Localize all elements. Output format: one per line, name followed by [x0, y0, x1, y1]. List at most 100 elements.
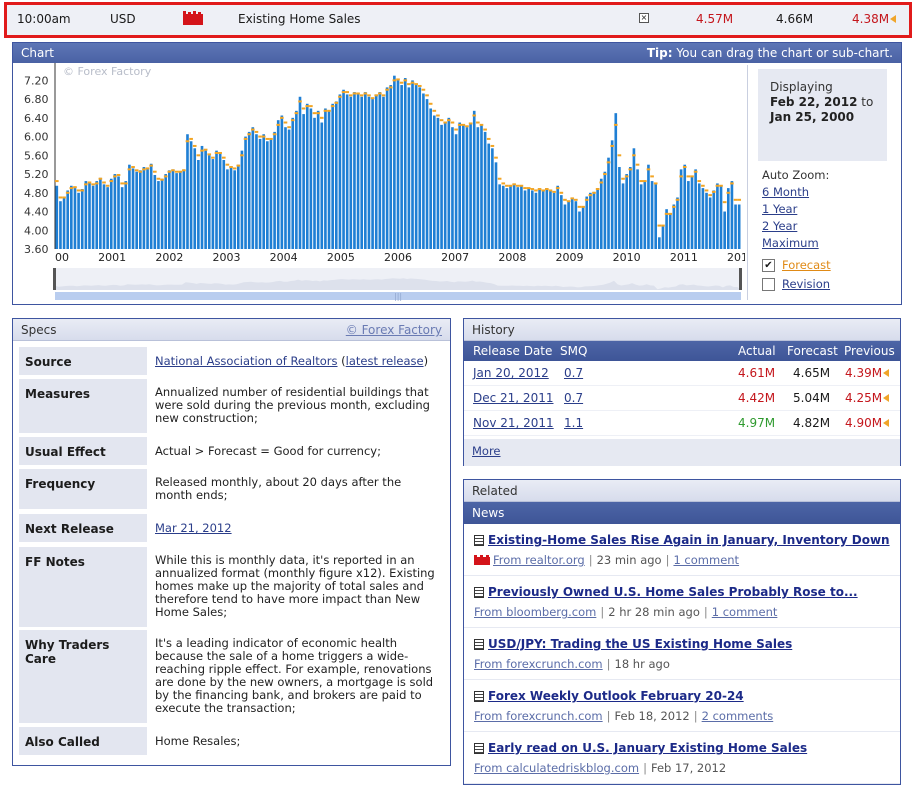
forecast-mark	[385, 88, 389, 91]
article-icon	[474, 534, 484, 546]
forecast-mark	[566, 200, 571, 203]
navigator-right-handle[interactable]	[739, 268, 742, 290]
forecast-toggle-label[interactable]: Forecast	[782, 258, 831, 272]
forecast-mark	[519, 184, 524, 187]
zoom-maximum[interactable]: Maximum	[762, 235, 829, 252]
forecast-mark	[432, 109, 437, 112]
nar-link[interactable]: National Association of Realtors	[155, 354, 338, 368]
zoom-6-month[interactable]: 6 Month	[762, 184, 829, 201]
forecast-mark	[265, 137, 270, 140]
forecast-mark	[167, 170, 172, 173]
news-comments-link[interactable]: 2 comments	[702, 709, 774, 723]
chart-bar	[109, 178, 113, 249]
chart-bar	[498, 184, 501, 249]
news-source-link[interactable]: From forexcrunch.com	[474, 657, 603, 671]
zoom-2-year[interactable]: 2 Year	[762, 218, 829, 235]
chart-bar	[62, 196, 66, 249]
scrollbar-grip[interactable]: |||	[394, 292, 402, 301]
news-source-link[interactable]: From forexcrunch.com	[474, 709, 603, 723]
x-tick-label: 2010	[613, 251, 641, 264]
chart-bar	[483, 131, 487, 249]
navigator-left-handle[interactable]	[53, 268, 56, 290]
news-headline-link[interactable]: Existing-Home Sales Rise Again in Januar…	[488, 533, 890, 547]
forecast-mark	[447, 119, 451, 122]
displaying-range: Displaying Feb 22, 2012 to Jan 25, 2000	[758, 69, 887, 161]
forecast-mark	[287, 126, 291, 129]
news-headline-link[interactable]: USD/JPY: Trading the US Existing Home Sa…	[488, 637, 792, 651]
chart-bar	[585, 196, 589, 249]
chart-bar	[574, 201, 578, 249]
forecast-mark	[69, 187, 74, 190]
history-smq-link[interactable]: 0.7	[564, 386, 583, 411]
next-release-link[interactable]: Mar 21, 2012	[155, 521, 232, 535]
chart-bar	[124, 181, 128, 249]
chart-bar	[436, 117, 440, 249]
news-title-row: USD/JPY: Trading the US Existing Home Sa…	[474, 637, 890, 651]
history-smq-link[interactable]: 0.7	[564, 361, 583, 386]
forecast-mark	[203, 148, 208, 151]
latest-release-link[interactable]: latest release	[346, 354, 424, 368]
forecast-checkbox[interactable]: ✔	[762, 258, 775, 272]
detail-toggle-icon[interactable]: ×	[639, 13, 649, 23]
spec-row-frequency: Frequency Released monthly, about 20 day…	[19, 469, 445, 509]
forecast-mark	[490, 144, 495, 147]
forecast-mark	[577, 205, 582, 208]
forecast-mark	[80, 189, 85, 192]
forecast-mark	[515, 184, 520, 187]
chart-bar	[135, 171, 138, 249]
separator: |	[588, 553, 593, 567]
event-row[interactable]: 10:00am USD Existing Home Sales × 4.57M …	[4, 2, 912, 38]
news-comments-link[interactable]: 1 comment	[712, 605, 778, 619]
chart-bar	[432, 115, 436, 249]
forecast-mark	[693, 170, 698, 173]
y-tick-label: 3.60	[24, 243, 49, 256]
spec-value: Mar 21, 2012	[147, 514, 445, 542]
forecast-mark	[417, 84, 422, 87]
news-source-link[interactable]: From bloomberg.com	[474, 605, 596, 619]
chart-bar	[70, 185, 73, 249]
chart-bar	[523, 190, 527, 249]
forecast-mark	[548, 189, 553, 192]
news-source-link[interactable]: From calculatedriskblog.com	[474, 761, 639, 775]
history-smq-link[interactable]: 1.1	[564, 411, 583, 436]
forecast-mark	[352, 92, 357, 95]
news-age: 2 hr 28 min ago	[608, 605, 700, 619]
history-date-link[interactable]: Jan 20, 2012	[473, 361, 549, 386]
chart-bar	[458, 122, 462, 249]
chart-bar	[374, 94, 378, 249]
history-date-link[interactable]: Nov 21, 2011	[473, 411, 554, 436]
news-header: News	[464, 502, 900, 524]
chart-bar	[501, 185, 505, 249]
forecast-toggle[interactable]: ✔ Forecast	[762, 258, 831, 272]
news-title-row: Forex Weekly Outlook February 20-24	[474, 689, 890, 703]
history-columns: Release Date SMQ Actual Forecast Previou…	[464, 341, 900, 361]
history-chart[interactable]: © Forex Factory 7.20 6.80 6.40 6.00 5.60 5.20 4…	[13, 63, 745, 305]
history-more-link[interactable]: More	[472, 444, 501, 458]
article-icon	[474, 586, 484, 598]
news-source-link[interactable]: From realtor.org	[493, 553, 585, 567]
revision-toggle[interactable]: Revision	[762, 277, 830, 291]
auto-zoom: Auto Zoom: 6 Month 1 Year 2 Year Maximum	[762, 167, 829, 252]
history-date-link[interactable]: Dec 21, 2011	[473, 386, 553, 411]
news-headline-link[interactable]: Forex Weekly Outlook February 20-24	[488, 689, 744, 703]
forex-factory-link[interactable]: © Forex Factory	[346, 319, 442, 340]
chart-bar	[251, 127, 255, 249]
chart-bar	[95, 181, 99, 249]
news-comments-link[interactable]: 1 comment	[673, 553, 739, 567]
zoom-1-year[interactable]: 1 Year	[762, 201, 829, 218]
chart-bar	[465, 127, 469, 249]
news-headline-link[interactable]: Previously Owned U.S. Home Sales Probabl…	[488, 585, 858, 599]
chart-bar	[440, 124, 443, 249]
chart-bar	[99, 177, 102, 249]
revision-checkbox[interactable]	[762, 277, 775, 291]
revision-toggle-label[interactable]: Revision	[782, 277, 830, 291]
x-tick-label: 2002	[155, 251, 183, 264]
chart-bar	[545, 188, 549, 249]
news-headline-link[interactable]: Early read on U.S. January Existing Home…	[488, 741, 807, 755]
forecast-mark	[592, 191, 596, 194]
chart-bar	[621, 183, 625, 249]
chart-bar	[636, 169, 639, 249]
chart-bar	[342, 89, 345, 249]
forecast-mark	[200, 149, 204, 152]
chart-bar	[55, 185, 59, 249]
